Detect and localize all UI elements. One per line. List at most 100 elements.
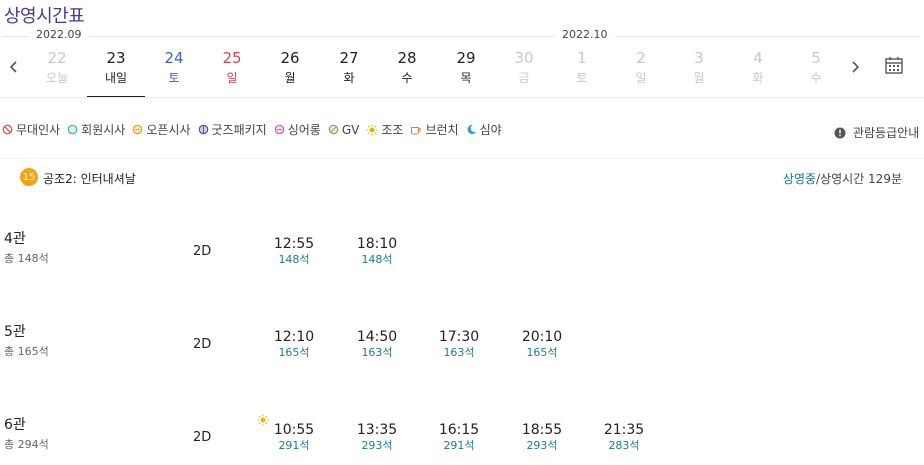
- circle-icon: [328, 124, 339, 135]
- date-29[interactable]: 29 목: [437, 48, 495, 96]
- legend-late-night: 심야: [466, 121, 502, 138]
- date-weekday: 일: [635, 71, 647, 85]
- date-2: 2일: [612, 48, 670, 96]
- showtime-seats: 291석: [443, 439, 475, 452]
- date-26[interactable]: 26 월: [261, 48, 319, 96]
- showtime-seats: 148석: [361, 253, 393, 266]
- chevron-right-icon: [852, 61, 860, 73]
- legend-label: 회원시사: [81, 123, 126, 137]
- month-label-sep: 2022.09: [29, 28, 89, 41]
- date-22[interactable]: 22 오늘: [28, 48, 86, 96]
- showtime-seats: 165석: [526, 346, 558, 359]
- showtime-button[interactable]: 21:35 283석: [589, 422, 659, 453]
- legend-member-preview: 회원시사: [67, 121, 125, 138]
- date-1: 1토: [553, 48, 611, 96]
- date-24[interactable]: 24 토: [145, 48, 203, 96]
- hall-name: 5관: [4, 324, 26, 340]
- hall-total-seats: 총 294석: [4, 438, 49, 451]
- showtime-button[interactable]: 13:35 293석: [342, 422, 412, 453]
- age-rating-badge: 15: [20, 168, 38, 186]
- showtime-time: 18:10: [356, 236, 398, 252]
- date-num: 29: [456, 49, 476, 67]
- page-title: 상영시간표: [4, 6, 85, 27]
- showtime-button[interactable]: 12:10 165석: [259, 329, 329, 360]
- showtime-seats: 293석: [361, 439, 393, 452]
- date-num: 26: [280, 49, 300, 67]
- date-weekday: 오늘: [45, 71, 69, 85]
- prev-week-button[interactable]: [2, 52, 26, 82]
- legend-singalong: 싱어롱: [274, 121, 321, 138]
- showtime-seats: 291석: [278, 439, 310, 452]
- showtime-time: 13:35: [356, 422, 398, 438]
- date-23[interactable]: 23 내일: [87, 48, 145, 98]
- date-weekday: 내일: [104, 71, 128, 85]
- movie-title[interactable]: 공조2: 인터내셔날: [43, 170, 136, 187]
- legend-early: 조조: [366, 121, 403, 138]
- chevron-left-icon: [9, 61, 17, 73]
- showtime-time: 20:10: [521, 329, 563, 345]
- date-weekday: 목: [460, 71, 472, 85]
- showtime-button[interactable]: 20:10 165석: [507, 329, 577, 360]
- date-weekday: 토: [576, 71, 588, 85]
- date-28[interactable]: 28 수: [378, 48, 436, 96]
- date-num: 24: [164, 49, 184, 67]
- date-weekday: 화: [343, 71, 355, 85]
- calendar-button[interactable]: [884, 55, 910, 81]
- section-divider: [0, 158, 924, 159]
- showtime-button[interactable]: 12:55 148석: [259, 236, 329, 267]
- rating-guide-link[interactable]: 관람등급안내: [834, 124, 919, 141]
- legend-label: 브런치: [425, 123, 459, 137]
- date-weekday: 수: [401, 71, 413, 85]
- screen-format: 2D: [193, 430, 212, 445]
- date-num: 27: [339, 49, 359, 67]
- date-weekday: 수: [810, 71, 822, 85]
- date-weekday: 일: [226, 71, 238, 85]
- sun-icon: [366, 124, 378, 135]
- month-label-oct: 2022.10: [555, 28, 615, 41]
- date-5: 5수: [787, 48, 845, 96]
- date-divider: [0, 97, 924, 98]
- screen-format: 2D: [193, 337, 212, 352]
- legend-label: GV: [341, 122, 360, 137]
- showtime-time: 14:50: [356, 329, 398, 345]
- legend-gv: GV: [328, 122, 360, 137]
- showtime-button[interactable]: 10:55 291석: [259, 422, 329, 453]
- date-weekday: 월: [693, 71, 705, 85]
- date-25[interactable]: 25 일: [203, 48, 261, 96]
- showtime-time: 17:30: [438, 329, 480, 345]
- date-30: 30 금: [495, 48, 553, 96]
- showtime-seats: 148석: [278, 253, 310, 266]
- month-line: [2, 36, 920, 37]
- date-num: 4: [753, 49, 763, 67]
- date-3: 3월: [670, 48, 728, 96]
- showtime-button[interactable]: 14:50 163석: [342, 329, 412, 360]
- date-4: 4화: [729, 48, 787, 96]
- movie-status: 상영중/상영시간 129분: [783, 170, 902, 187]
- cup-icon: [411, 126, 421, 135]
- showtime-time: 12:55: [273, 236, 315, 252]
- showtime-button[interactable]: 18:10 148석: [342, 236, 412, 267]
- showtime-button[interactable]: 16:15 291석: [424, 422, 494, 453]
- showtime-seats: 283석: [608, 439, 640, 452]
- date-num: 2: [636, 49, 646, 67]
- date-num: 1: [577, 49, 587, 67]
- date-num: 23: [106, 49, 126, 67]
- showtime-time: 18:55: [521, 422, 563, 438]
- hall-name: 6관: [4, 417, 26, 433]
- next-week-button[interactable]: [843, 52, 867, 82]
- showtime-seats: 293석: [526, 439, 558, 452]
- showtime-button[interactable]: 17:30 163석: [424, 329, 494, 360]
- circle-icon: [198, 124, 208, 135]
- legend-goods-package: 굿즈패키지: [198, 121, 267, 138]
- date-num: 25: [222, 49, 242, 67]
- showtime-button[interactable]: 18:55 293석: [507, 422, 577, 453]
- hall-total-seats: 총 165석: [4, 345, 49, 358]
- date-num: 5: [811, 49, 821, 67]
- date-27[interactable]: 27 화: [320, 48, 378, 96]
- showtime-time: 10:55: [273, 422, 315, 438]
- showtime-time: 12:10: [273, 329, 315, 345]
- runtime-label: /상영시간 129분: [816, 172, 902, 186]
- showtime-seats: 163석: [361, 346, 393, 359]
- movie-header: 15 공조2: 인터내셔날 상영중/상영시간 129분: [0, 164, 924, 190]
- legend-stage-greeting: 무대인사: [2, 121, 60, 138]
